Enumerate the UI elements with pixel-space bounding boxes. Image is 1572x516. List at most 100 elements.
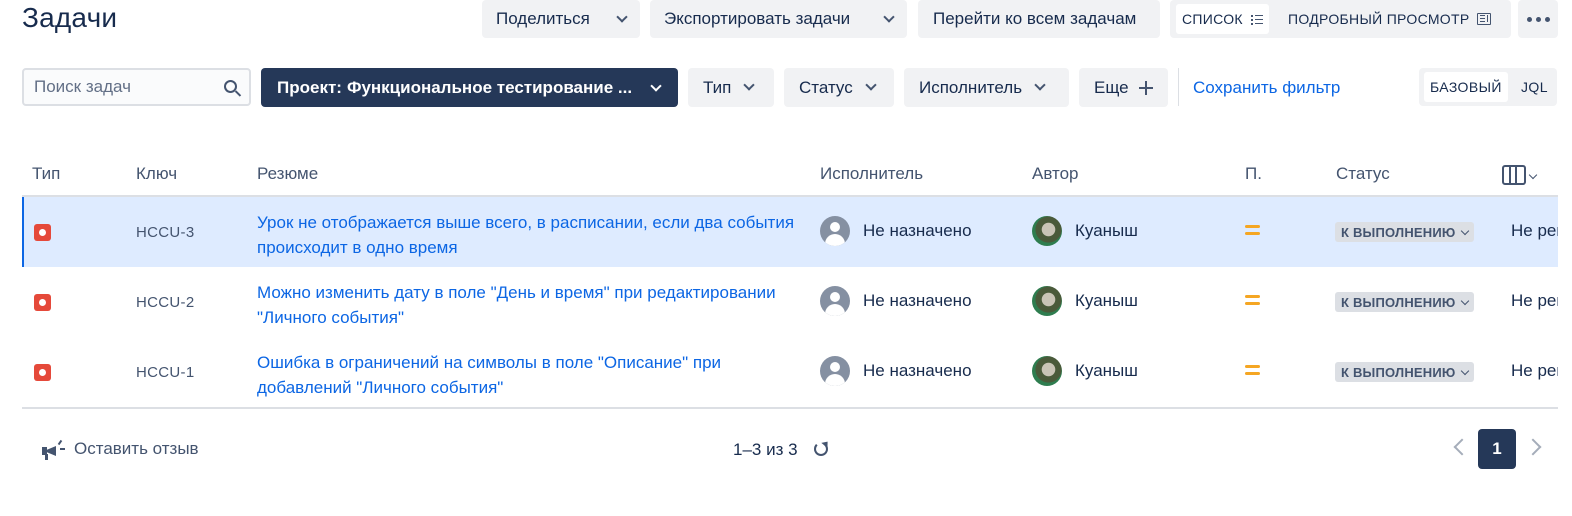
search-icon[interactable] xyxy=(224,80,237,93)
more-dot xyxy=(1535,16,1541,22)
resolution-text: Не решено xyxy=(1511,221,1558,240)
status-badge[interactable]: К ВЫПОЛНЕНИЮ xyxy=(1335,362,1474,382)
table-row[interactable]: HCCU-3 Урок не отображается выше всего, … xyxy=(22,197,1558,267)
author-name[interactable]: Куаныш xyxy=(1075,291,1138,311)
bug-icon xyxy=(34,224,51,241)
chevron-down-icon xyxy=(743,79,756,91)
priority-medium-icon xyxy=(1245,225,1260,236)
column-header-status[interactable]: Статус xyxy=(1336,164,1390,184)
view-detail-button[interactable]: ПОДРОБНЫЙ ПРОСМОТР xyxy=(1282,4,1497,34)
issue-key[interactable]: HCCU-2 xyxy=(136,294,194,311)
bug-icon xyxy=(34,364,51,381)
chevron-down-icon xyxy=(883,10,895,23)
view-list-button[interactable]: СПИСОК xyxy=(1176,4,1269,34)
status-filter-label: Статус xyxy=(799,77,853,97)
go-to-all-issues-button[interactable]: Перейти ко всем задачам xyxy=(918,0,1160,38)
assignee-filter-button[interactable]: Исполнитель xyxy=(904,68,1069,107)
share-button[interactable]: Поделиться xyxy=(482,0,640,38)
search-field xyxy=(22,68,251,106)
author-avatar xyxy=(1032,286,1062,316)
resolution-text: Не решено xyxy=(1511,291,1558,310)
feedback-label: Оставить отзыв xyxy=(74,439,199,458)
column-header-key[interactable]: Ключ xyxy=(136,164,177,184)
column-header-assignee[interactable]: Исполнитель xyxy=(820,164,923,184)
assignee-name[interactable]: Не назначено xyxy=(863,361,972,381)
assignee-name[interactable]: Не назначено xyxy=(863,221,972,241)
column-header-author[interactable]: Автор xyxy=(1032,164,1079,184)
chevron-down-icon xyxy=(1460,226,1469,235)
unassigned-avatar-icon xyxy=(820,286,850,316)
view-detail-label: ПОДРОБНЫЙ ПРОСМОТР xyxy=(1288,11,1470,27)
issue-summary[interactable]: Урок не отображается выше всего, в распи… xyxy=(257,210,802,260)
page-button-current[interactable]: 1 xyxy=(1478,429,1516,469)
table-bottom-divider xyxy=(22,407,1558,409)
issue-summary[interactable]: Ошибка в ограничений на символы в поле "… xyxy=(257,350,802,400)
priority-medium-icon xyxy=(1245,365,1260,376)
plus-icon xyxy=(1138,80,1153,95)
search-mode-switcher: БАЗОВЫЙ JQL xyxy=(1419,68,1557,106)
issue-key[interactable]: HCCU-3 xyxy=(136,224,194,241)
refresh-icon[interactable] xyxy=(814,442,828,456)
save-filter-link[interactable]: Сохранить фильтр xyxy=(1193,78,1340,98)
status-label: К ВЫПОЛНЕНИЮ xyxy=(1341,364,1456,380)
author-name[interactable]: Куаныш xyxy=(1075,221,1138,241)
project-filter-button[interactable]: Проект: Функциональное тестирование ... xyxy=(261,68,678,107)
status-label: К ВЫПОЛНЕНИЮ xyxy=(1341,224,1456,240)
chevron-down-icon xyxy=(616,10,628,23)
go-to-all-label: Перейти ко всем задачам xyxy=(933,9,1137,28)
share-label: Поделиться xyxy=(496,9,590,28)
column-header-summary[interactable]: Резюме xyxy=(257,164,318,184)
chevron-down-icon xyxy=(1460,296,1469,305)
more-actions-button[interactable] xyxy=(1518,0,1558,38)
status-badge[interactable]: К ВЫПОЛНЕНИЮ xyxy=(1335,292,1474,312)
type-filter-button[interactable]: Тип xyxy=(688,68,774,107)
chevron-down-icon xyxy=(1460,366,1469,375)
more-filters-button[interactable]: Еще xyxy=(1079,68,1168,107)
author-name[interactable]: Куаныш xyxy=(1075,361,1138,381)
priority-medium-icon xyxy=(1245,295,1260,306)
export-label: Экспортировать задачи xyxy=(664,9,851,28)
status-badge[interactable]: К ВЫПОЛНЕНИЮ xyxy=(1335,222,1474,242)
previous-page-icon[interactable] xyxy=(1453,438,1471,456)
chevron-down-icon xyxy=(865,79,877,91)
issue-key[interactable]: HCCU-1 xyxy=(136,364,194,381)
detail-view-icon xyxy=(1477,13,1492,25)
column-header-type[interactable]: Тип xyxy=(32,164,60,184)
table-row[interactable]: HCCU-2 Можно изменить дату в поле "День … xyxy=(22,267,1558,337)
mode-jql-button[interactable]: JQL xyxy=(1515,72,1554,102)
unassigned-avatar-icon xyxy=(820,216,850,246)
next-page-icon[interactable] xyxy=(1524,438,1542,456)
page-count: 1–3 из 3 xyxy=(733,440,798,459)
more-filters-label: Еще xyxy=(1094,77,1129,97)
project-filter-value: Функциональное тестирование ... xyxy=(346,77,633,97)
page-title: Задачи xyxy=(22,2,118,33)
type-filter-label: Тип xyxy=(703,77,732,97)
more-dot xyxy=(1526,16,1532,22)
view-list-label: СПИСОК xyxy=(1182,11,1243,27)
search-input[interactable] xyxy=(32,76,212,98)
column-picker-icon[interactable] xyxy=(1502,165,1526,185)
status-filter-button[interactable]: Статус xyxy=(784,68,894,107)
chevron-down-icon[interactable] xyxy=(1528,170,1538,180)
resolution-text: Не решено xyxy=(1511,361,1558,380)
chevron-down-icon xyxy=(1034,79,1046,91)
assignee-name[interactable]: Не назначено xyxy=(863,291,972,311)
issue-summary[interactable]: Можно изменить дату в поле "День и время… xyxy=(257,280,802,330)
table-row[interactable]: HCCU-1 Ошибка в ограничений на символы в… xyxy=(22,337,1558,407)
list-icon xyxy=(1250,14,1263,25)
megaphone-icon xyxy=(42,438,66,460)
unassigned-avatar-icon xyxy=(820,356,850,386)
author-avatar xyxy=(1032,216,1062,246)
project-filter-label: Проект: xyxy=(277,77,342,97)
bug-icon xyxy=(34,294,51,311)
export-issues-button[interactable]: Экспортировать задачи xyxy=(650,0,907,38)
author-avatar xyxy=(1032,356,1062,386)
status-label: К ВЫПОЛНЕНИЮ xyxy=(1341,294,1456,310)
feedback-button[interactable]: Оставить отзыв xyxy=(42,438,199,460)
mode-basic-button[interactable]: БАЗОВЫЙ xyxy=(1424,72,1508,102)
filter-divider xyxy=(1178,68,1179,106)
column-header-priority[interactable]: П. xyxy=(1245,164,1262,184)
view-switcher: СПИСОК ПОДРОБНЫЙ ПРОСМОТР xyxy=(1170,0,1511,38)
assignee-filter-label: Исполнитель xyxy=(919,77,1023,97)
more-dot xyxy=(1544,16,1550,22)
